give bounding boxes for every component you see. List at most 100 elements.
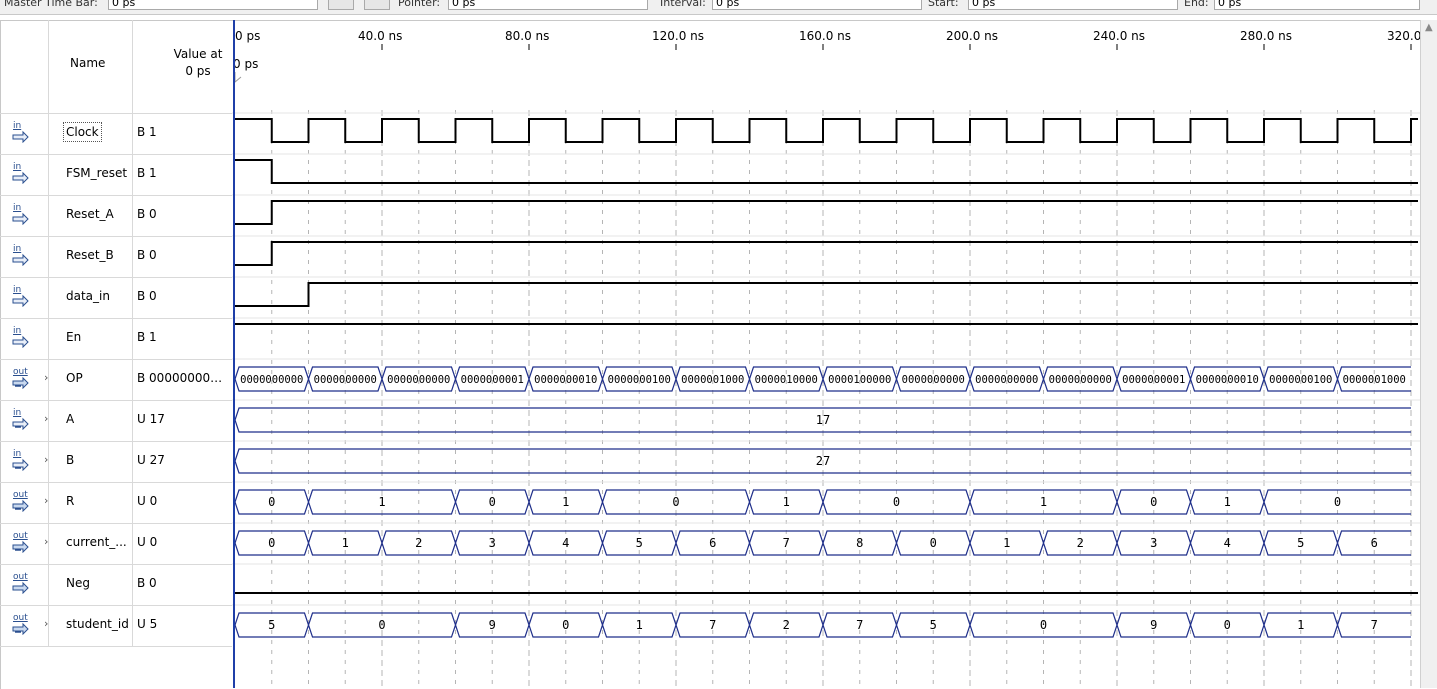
signal-name[interactable]: B	[66, 453, 74, 467]
clock-waveform	[235, 118, 1418, 143]
vertical-scrollbar[interactable]: ▲	[1420, 20, 1437, 688]
time-tick-label: 120.0 ns	[652, 29, 704, 43]
current-bus-value-label: 3	[1150, 536, 1157, 550]
cursor-flag-icon	[234, 72, 242, 84]
expand-chevron-icon[interactable]: ›	[44, 453, 48, 466]
signal-row[interactable]: out › R U 0	[0, 482, 232, 523]
signal-row[interactable]: in En B 1	[0, 318, 232, 359]
signal-name[interactable]: Neg	[66, 576, 90, 590]
value-column-header[interactable]: Value at 0 ps	[140, 20, 228, 105]
student-id-bus-value-label: 2	[783, 618, 790, 632]
pin-direction-label: in	[13, 285, 22, 295]
current-bus-value-label: 0	[268, 536, 275, 550]
current-bus-value-label: 6	[1371, 536, 1378, 550]
time-tick-label: 200.0 ns	[946, 29, 998, 43]
current-bus-value-label: 2	[415, 536, 422, 550]
output-pin-icon: out	[12, 572, 29, 595]
row-divider	[0, 195, 232, 196]
signal-row[interactable]: in Reset_B B 0	[0, 236, 232, 277]
op-bus-value-label: 0000000100	[608, 374, 671, 386]
signal-value: B 0	[137, 576, 157, 590]
signal-name[interactable]: Reset_B	[66, 248, 114, 262]
op-bus-value-label: 0000000100	[1269, 374, 1332, 386]
start-label: Start:	[928, 0, 959, 9]
interval-label: Interval:	[660, 0, 706, 9]
output-bus-icon: out	[12, 531, 29, 554]
output-bus-icon: out	[12, 367, 29, 390]
signal-row[interactable]: in › A U 17	[0, 400, 232, 441]
fsm-reset-waveform	[235, 159, 1418, 184]
op-bus-value-label: 0000000001	[461, 374, 524, 386]
signal-row[interactable]: out › current_... U 0	[0, 523, 232, 564]
previous-transition-button[interactable]	[328, 0, 354, 10]
student-id-bus-value-label: 0	[562, 618, 569, 632]
r-bus-value-label: 1	[562, 495, 569, 509]
signal-row[interactable]: out › OP B 0000000000...	[0, 359, 232, 400]
current-bus-value-label: 1	[342, 536, 349, 550]
expand-chevron-icon[interactable]: ›	[44, 412, 48, 425]
signal-name[interactable]: En	[66, 330, 81, 344]
time-tick-label: 320.0 ns	[1387, 29, 1420, 43]
row-divider	[0, 646, 232, 647]
row-divider	[0, 236, 232, 237]
signal-value: B 0	[137, 207, 157, 221]
signal-name[interactable]: Reset_A	[66, 207, 114, 221]
signal-name[interactable]: Clock	[63, 122, 102, 142]
signal-row[interactable]: out Neg B 0	[0, 564, 232, 605]
signal-name[interactable]: R	[66, 494, 74, 508]
pin-direction-label: in	[13, 203, 22, 213]
end-field: 0 ps	[1214, 0, 1420, 10]
signal-value: U 0	[137, 535, 158, 549]
r-bus-value-label: 1	[1224, 495, 1231, 509]
r-bus-value-label: 1	[783, 495, 790, 509]
op-bus-value-label: 0000000001	[1122, 374, 1185, 386]
student-id-bus-value-label: 1	[1297, 618, 1304, 632]
op-bus-value-label: 0000000000	[240, 374, 303, 386]
signal-row[interactable]: in data_in B 0	[0, 277, 232, 318]
signal-row[interactable]: in FSM_reset B 1	[0, 154, 232, 195]
signal-value: U 27	[137, 453, 165, 467]
expand-chevron-icon[interactable]: ›	[44, 535, 48, 548]
output-bus-icon: out	[12, 490, 29, 513]
student-id-bus-value-label: 7	[1371, 618, 1378, 632]
r-bus-value-label: 1	[378, 495, 385, 509]
pin-direction-label: in	[13, 326, 22, 336]
row-divider	[0, 482, 232, 483]
waveform-canvas[interactable]: 0 ps 40.0 ns 80.0 ns 120.0 ns 160.0 ns 200.0 …	[232, 20, 1420, 688]
signal-name[interactable]: current_...	[66, 535, 127, 549]
pin-direction-label: in	[13, 408, 22, 418]
signal-name[interactable]: OP	[66, 371, 83, 385]
signal-row[interactable]: in Reset_A B 0	[0, 195, 232, 236]
name-column-header[interactable]: Name	[70, 20, 130, 105]
r-bus-value-label: 0	[489, 495, 496, 509]
expand-chevron-icon[interactable]: ›	[44, 494, 48, 507]
op-bus-value-label: 0000001000	[1343, 374, 1406, 386]
pin-direction-label: out	[13, 490, 28, 500]
current-bus-value-label: 4	[1224, 536, 1231, 550]
student-id-bus-value-label: 7	[709, 618, 716, 632]
signal-name[interactable]: FSM_reset	[66, 166, 127, 180]
interval-field: 0 ps	[712, 0, 922, 10]
input-pin-icon: in	[12, 285, 29, 308]
time-tick-label: 280.0 ns	[1240, 29, 1292, 43]
expand-chevron-icon[interactable]: ›	[44, 371, 48, 384]
op-bus-value-label: 0000100000	[828, 374, 891, 386]
current-bus-value-label: 8	[856, 536, 863, 550]
signal-row[interactable]: in › B U 27	[0, 441, 232, 482]
next-transition-button[interactable]	[364, 0, 390, 10]
signal-name[interactable]: A	[66, 412, 74, 426]
student-id-bus-value-label: 0	[378, 618, 385, 632]
signal-value: U 5	[137, 617, 158, 631]
scroll-up-arrow-icon[interactable]: ▲	[1425, 22, 1433, 33]
signal-row[interactable]: out › student_id U 5	[0, 605, 232, 646]
time-cursor-label: 0 ps	[233, 57, 258, 71]
pin-direction-label: in	[13, 121, 22, 131]
master-time-bar-field[interactable]: 0 ps	[108, 0, 318, 10]
signal-row[interactable]: in Clock B 1	[0, 113, 232, 154]
expand-chevron-icon[interactable]: ›	[44, 617, 48, 630]
row-divider	[0, 277, 232, 278]
signal-name[interactable]: data_in	[66, 289, 110, 303]
student-id-bus-value-label: 5	[930, 618, 937, 632]
signal-value: B 0000000000...	[137, 371, 229, 385]
signal-name[interactable]: student_id	[66, 617, 129, 631]
